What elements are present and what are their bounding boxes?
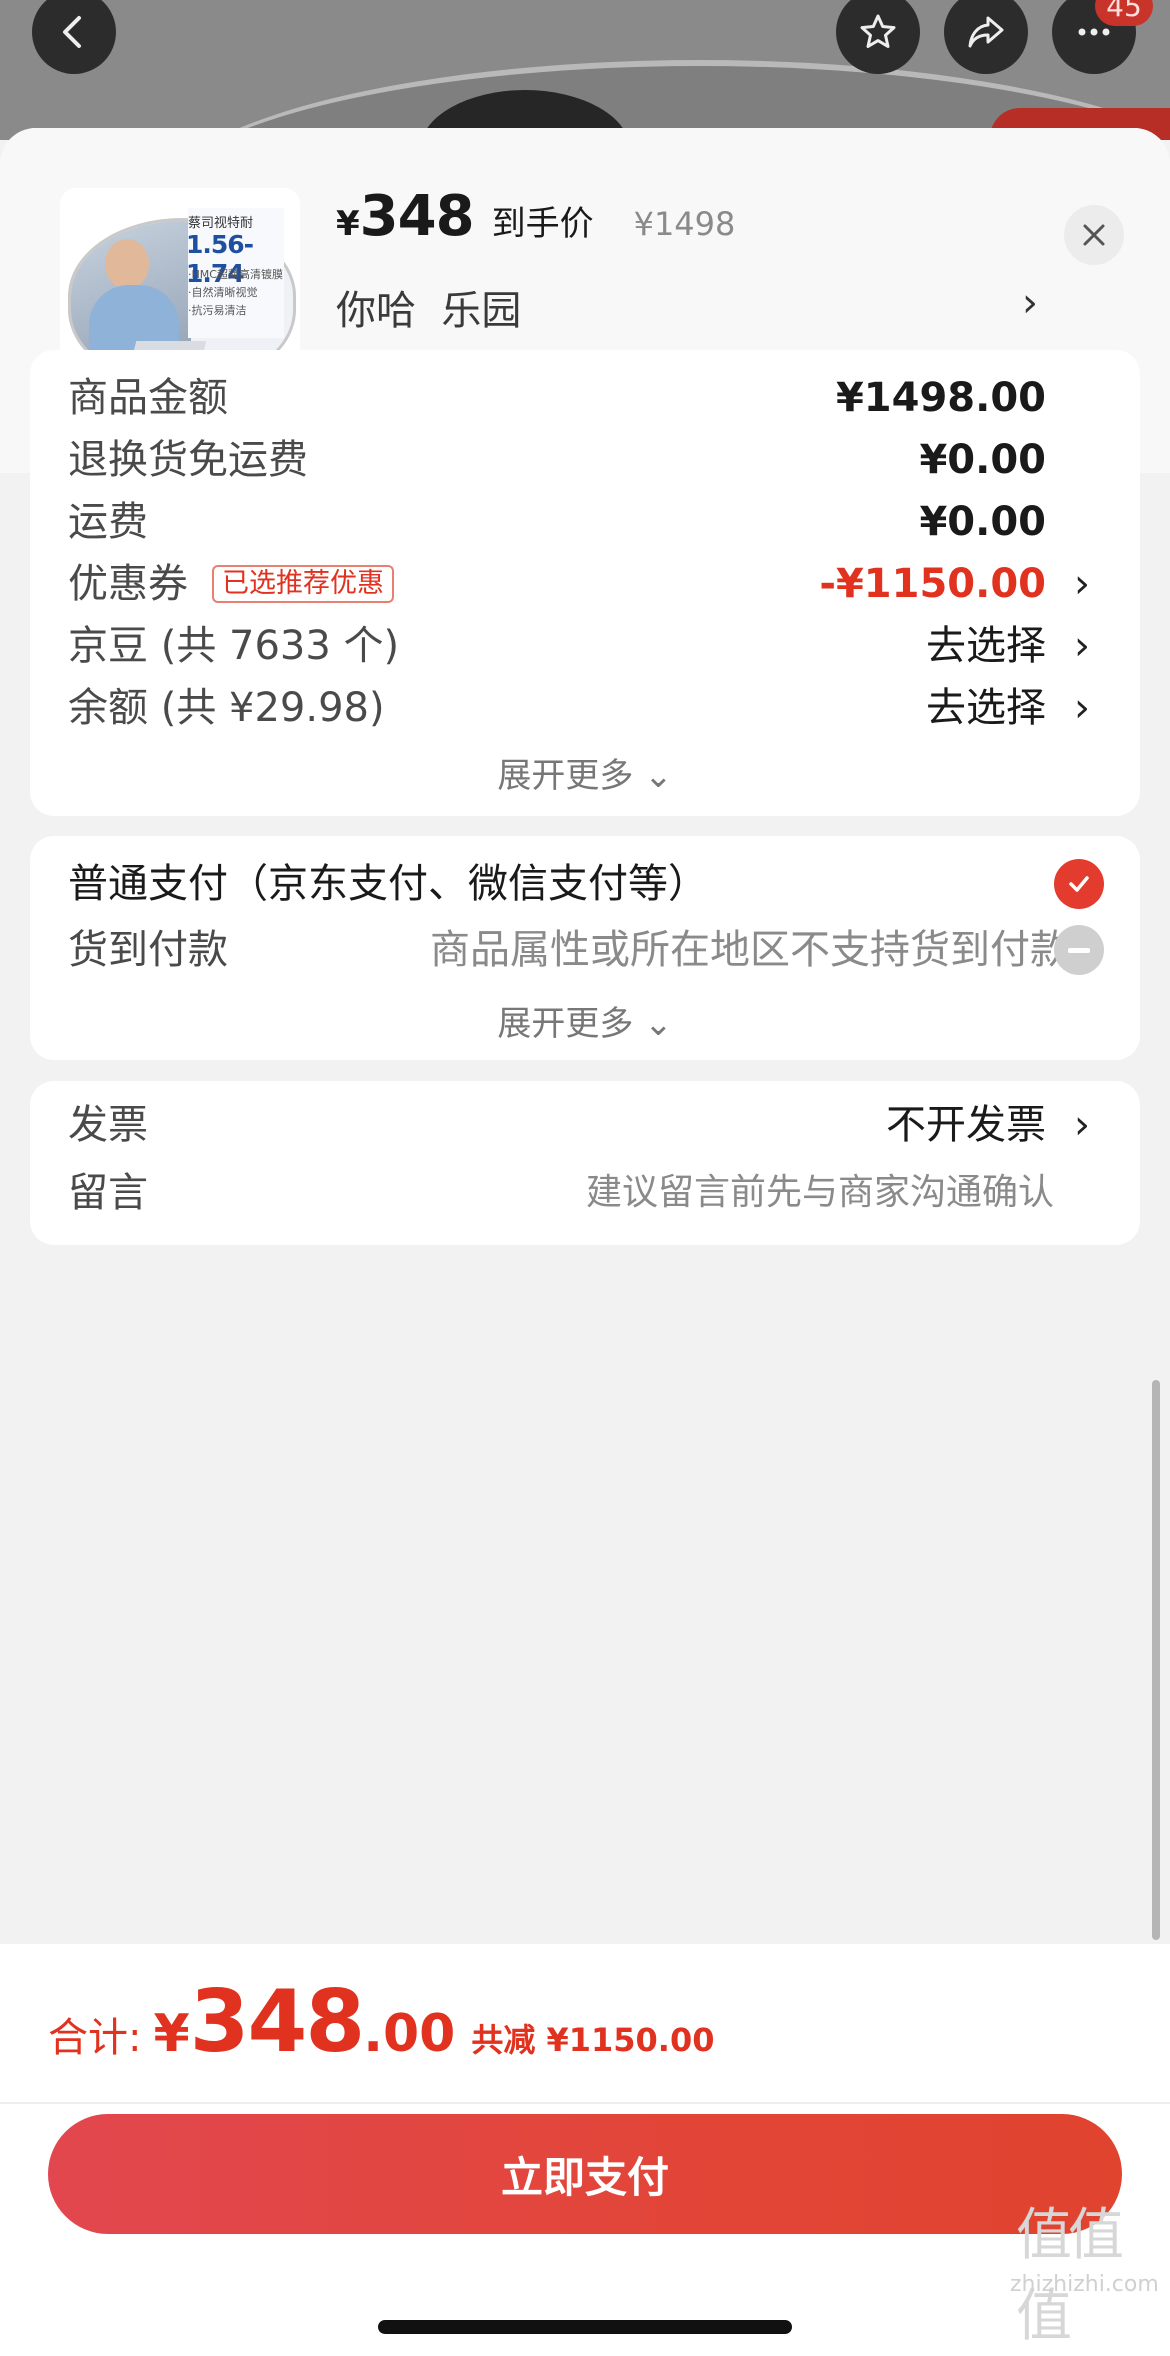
close-icon (1083, 224, 1105, 246)
watermark-logo: 值值值 (1016, 2203, 1124, 2349)
home-indicator[interactable] (378, 2320, 792, 2334)
pay-now-button[interactable]: 立即支付 (48, 2114, 1122, 2234)
cod-payment-option: 货到付款 商品属性或所在地区不支持货到付款 (30, 920, 1140, 980)
pay-footer: 立即支付 值值值 zhizhizhi.com (0, 2104, 1170, 2356)
close-button[interactable] (1064, 205, 1124, 265)
product-spec[interactable]: 你哈 乐园 (336, 278, 521, 336)
message-input[interactable]: 建议留言前先与商家沟通确认 (586, 1163, 1054, 1223)
thumb-brand: 蔡司视特耐 (188, 216, 254, 231)
disabled-icon (1054, 925, 1104, 975)
price-value: 348 (359, 184, 475, 249)
jd-beans-row[interactable]: 京豆 (共 7633 个) 去选择 › (30, 616, 1140, 676)
expand-more-link[interactable]: 展开更多 ⌄ (30, 996, 1140, 1045)
chevron-right-icon: › (1074, 1102, 1090, 1148)
chevron-right-icon: › (1074, 561, 1090, 607)
total-discount: 共减 ¥1150.00 (471, 2021, 715, 2059)
order-total-bar: 合计: ¥ 348 .00 共减 ¥1150.00 (0, 1944, 1170, 2104)
price-currency: ¥ (336, 204, 360, 244)
cost-summary-card: 商品金额 ¥1498.00 退换货免运费 ¥0.00 运费 ¥0.00 优惠券 … (30, 350, 1140, 816)
order-total: 合计: ¥ 348 .00 共减 ¥1150.00 (48, 1972, 715, 2072)
original-price: ¥1498 (633, 205, 736, 243)
star-icon (860, 14, 896, 48)
coupon-row[interactable]: 优惠券 已选推荐优惠 -¥1150.00 › (30, 554, 1140, 614)
chevron-right-icon: › (1074, 685, 1090, 731)
message-row[interactable]: 留言 建议留言前先与商家沟通确认 (30, 1163, 1140, 1223)
thumb-features: ·HMC超薄高清镀膜 ·自然清晰视觉 ·抗污易清洁 (188, 268, 283, 317)
invoice-message-card: 发票 不开发票 › 留言 建议留言前先与商家沟通确认 (30, 1081, 1140, 1245)
price-tag: 到手价 (491, 204, 594, 244)
notification-badge: 45 (1095, 0, 1153, 26)
share-icon (968, 16, 1004, 48)
checked-icon (1054, 859, 1104, 909)
coupon-badge: 已选推荐优惠 (212, 565, 394, 603)
back-icon (63, 16, 81, 48)
scrollbar[interactable] (1152, 1380, 1160, 1940)
product-price: ¥ 348 到手价 ¥1498 (336, 184, 735, 249)
expand-more-link[interactable]: 展开更多 ⌄ (30, 748, 1140, 797)
watermark-text: zhizhizhi.com (1010, 2272, 1159, 2297)
invoice-row[interactable]: 发票 不开发票 › (30, 1095, 1140, 1155)
balance-row[interactable]: 余额 (共 ¥29.98) 去选择 › (30, 678, 1140, 738)
chevron-right-icon: › (1074, 623, 1090, 669)
chevron-right-icon[interactable]: › (1022, 280, 1038, 326)
shipping-row: 运费 ¥0.00 (68, 499, 1046, 545)
normal-payment-option[interactable]: 普通支付（京东支付、微信支付等） (30, 854, 1140, 914)
payment-method-card: 普通支付（京东支付、微信支付等） 货到付款 商品属性或所在地区不支持货到付款 展… (30, 836, 1140, 1060)
goods-amount-row: 商品金额 ¥1498.00 (68, 375, 1046, 421)
return-shipping-row: 退换货免运费 ¥0.00 (68, 437, 1046, 483)
